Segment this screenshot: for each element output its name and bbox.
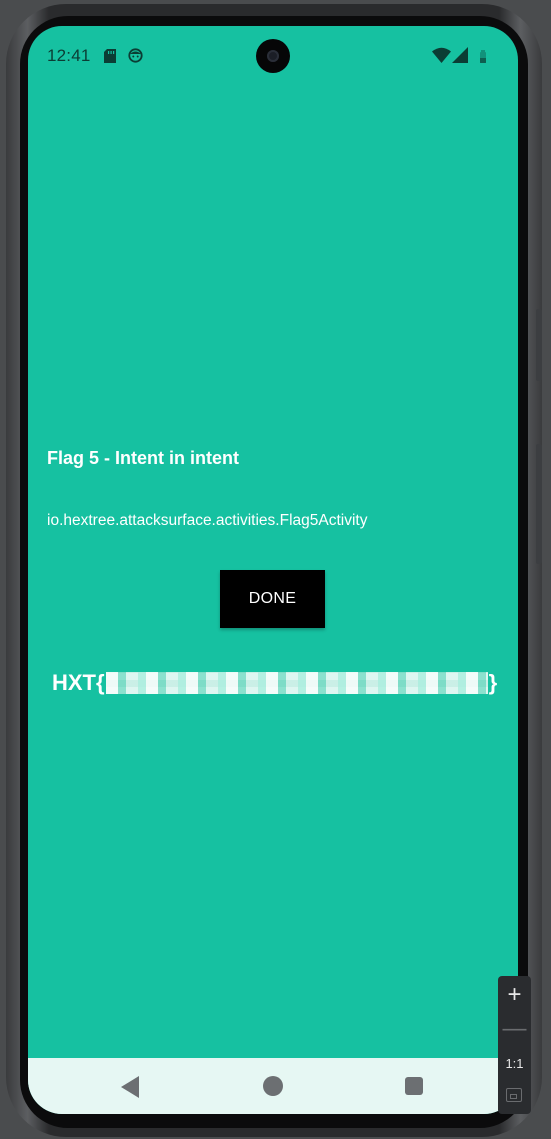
back-icon[interactable] xyxy=(121,1076,141,1098)
flag-value: HXT{ } xyxy=(52,668,497,698)
zoom-out-icon[interactable]: — xyxy=(498,1014,531,1044)
wifi-icon xyxy=(432,47,451,63)
zoom-control: + — 1:1 xyxy=(498,976,531,1114)
home-icon[interactable] xyxy=(263,1076,283,1096)
face-icon xyxy=(128,48,143,63)
done-button[interactable]: DONE xyxy=(220,570,325,628)
power-button xyxy=(536,444,542,564)
navigation-bar xyxy=(28,1058,518,1114)
activity-name: io.hextree.attacksurface.activities.Flag… xyxy=(47,512,368,529)
fit-screen-icon[interactable] xyxy=(506,1088,522,1102)
flag-prefix: HXT{ xyxy=(52,670,105,695)
flag-suffix: } xyxy=(488,670,498,695)
signal-icon xyxy=(452,47,468,63)
sd-card-icon xyxy=(104,49,116,63)
front-camera xyxy=(256,39,290,73)
status-bar: 12:41 xyxy=(28,26,518,86)
volume-button xyxy=(536,309,542,381)
recents-icon[interactable] xyxy=(405,1077,423,1095)
redacted-flag-content xyxy=(105,672,488,694)
zoom-ratio-button[interactable]: 1:1 xyxy=(498,1054,531,1074)
device-screen: 12:41 Flag 5 - Intent in intent io.hextr… xyxy=(28,26,518,1114)
zoom-in-icon[interactable]: + xyxy=(498,980,531,1010)
battery-icon xyxy=(480,50,486,63)
flag-title: Flag 5 - Intent in intent xyxy=(47,448,239,468)
status-time: 12:41 xyxy=(47,46,91,65)
